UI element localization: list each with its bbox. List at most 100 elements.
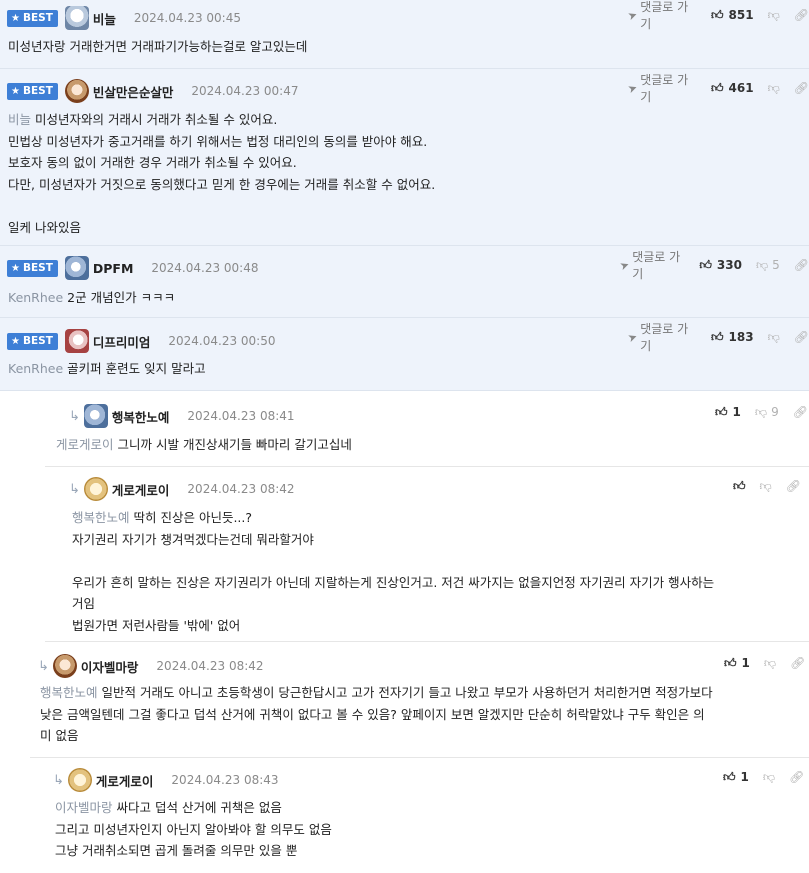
thumbs-down-icon: 👎︎	[754, 404, 768, 419]
comment-line: 거임	[72, 596, 96, 611]
thumbs-up-icon: 👍︎	[710, 329, 724, 344]
author-name[interactable]: 비늘	[93, 9, 116, 28]
like-button[interactable]: 👍︎ 851	[711, 8, 754, 23]
star-icon: ★	[11, 335, 20, 347]
comment-body: 이자벨마랑 싸다고 덥석 산거에 귀책은 없음 그리고 미성년자인지 아닌지 알…	[55, 797, 332, 862]
comment-header: ★ BEST 비늘 2024.04.23 00:45	[7, 4, 241, 32]
comment-body: KenRhee 골키퍼 훈련도 잊지 말라고	[8, 358, 206, 380]
dislike-button[interactable]: 👎︎	[768, 8, 780, 23]
comment-line: 미 없음	[40, 728, 79, 743]
thumbs-down-icon: 👎︎	[762, 769, 776, 784]
comment-line: 다만, 미성년자가 거짓으로 동의했다고 믿게 한 경우에는 거래를 취소할 수…	[8, 176, 436, 192]
comment-actions: 👍︎ 1 👎︎ 🔗︎	[723, 763, 804, 791]
link-icon[interactable]: 🔗︎	[789, 770, 804, 784]
comment-line: 이자벨마랑 싸다고 덥석 산거에 귀책은 없음	[55, 800, 282, 815]
best-comment: ★ BEST 비늘 2024.04.23 00:45 ➤ 댓글로 가기 👍︎ 851 …	[0, 0, 809, 69]
dislike-button[interactable]: 👎︎	[763, 770, 775, 785]
author-name[interactable]: 디프리미엄	[93, 332, 151, 351]
reply-comment: ↳ 행복한노예 2024.04.23 08:41 👍︎ 1 👎︎ 9 🔗︎ 게로게로…	[45, 393, 809, 467]
mention[interactable]: 행복한노예	[72, 510, 130, 525]
comment-header: ↳ 게로게로이 2024.04.23 08:43	[53, 766, 279, 794]
thumbs-up-icon: 👍︎	[723, 769, 736, 784]
link-icon[interactable]: 🔗︎	[793, 405, 808, 419]
avatar[interactable]	[83, 404, 108, 428]
goto-comment-link[interactable]: ➤ 댓글로 가기	[618, 248, 685, 282]
mention[interactable]: 비늘	[8, 112, 31, 127]
like-button[interactable]: 👍︎ 1	[723, 770, 749, 785]
avatar[interactable]	[83, 477, 108, 501]
link-icon[interactable]: 🔗︎	[786, 479, 801, 493]
mention[interactable]: KenRhee	[8, 361, 63, 376]
mention[interactable]: 이자벨마랑	[55, 800, 113, 815]
comment-header: ↳ 행복한노예 2024.04.23 08:41	[69, 402, 295, 430]
paper-plane-icon: ➤	[626, 7, 640, 23]
dislike-button[interactable]: 👎︎	[768, 330, 780, 345]
paper-plane-icon: ➤	[626, 329, 640, 345]
comment-line: 민법상 미성년자가 중고거래를 하기 위해서는 법정 대리인의 동의를 받아야 …	[8, 133, 428, 149]
thumbs-up-icon: 👍︎	[724, 655, 737, 670]
comment-line	[8, 195, 435, 217]
comment-body: 행복한노예 일반적 거래도 아니고 초등학생이 당근한답시고 고가 전자기기 들…	[40, 682, 713, 747]
link-icon[interactable]: 🔗︎	[794, 258, 809, 272]
paper-plane-icon: ➤	[626, 80, 640, 96]
comment-line: 게로게로이 그니까 시발 개진상새기들 빠마리 갈기고십네	[56, 437, 352, 452]
avatar[interactable]	[64, 79, 89, 103]
comment-header: ★ BEST DPFM 2024.04.23 00:48	[7, 254, 259, 282]
avatar[interactable]	[52, 654, 77, 678]
mention[interactable]: 행복한노예	[40, 685, 98, 700]
avatar[interactable]	[64, 329, 89, 353]
like-button[interactable]: 👍︎ 330	[699, 258, 742, 273]
link-icon[interactable]: 🔗︎	[790, 656, 805, 670]
thumbs-down-icon: 👎︎	[767, 7, 780, 22]
avatar[interactable]	[64, 256, 89, 280]
author-name[interactable]: 행복한노예	[112, 407, 170, 426]
comment-date: 2024.04.23 00:48	[151, 261, 259, 275]
dislike-button[interactable]: 👎︎ 5	[756, 258, 780, 273]
thumbs-up-icon: 👍︎	[733, 478, 746, 493]
link-icon[interactable]: 🔗︎	[794, 330, 809, 344]
comment-date: 2024.04.23 00:45	[133, 11, 241, 25]
link-icon[interactable]: 🔗︎	[794, 8, 809, 22]
best-badge: ★ BEST	[7, 82, 58, 100]
author-name[interactable]: DPFM	[93, 261, 134, 276]
mention[interactable]: KenRhee	[8, 290, 63, 305]
dislike-button[interactable]: 👎︎	[764, 656, 776, 671]
like-button[interactable]: 👍︎ 461	[711, 81, 754, 96]
comment-body: 비늘 미성년자와의 거래시 거래가 취소될 수 있어요. 민법상 미성년자가 중…	[8, 109, 435, 238]
like-button[interactable]: 👍︎ 1	[724, 656, 750, 671]
comment-actions: ➤ 댓글로 가기 👍︎ 183 👎︎ 🔗︎	[626, 320, 809, 354]
like-button[interactable]: 👍︎ 1	[715, 405, 741, 420]
dislike-button[interactable]: 👎︎	[768, 81, 780, 96]
avatar[interactable]	[67, 768, 92, 792]
author-name[interactable]: 게로게로이	[96, 771, 154, 790]
thumbs-down-icon: 👎︎	[767, 329, 780, 344]
reply-comment: ↳ 이자벨마랑 2024.04.23 08:42 👍︎ 1 👎︎ 🔗︎ 행복한노예…	[30, 645, 809, 758]
dislike-button[interactable]: 👎︎ 9	[755, 405, 779, 420]
reply-arrow-icon: ↳	[69, 408, 80, 424]
thumbs-up-icon: 👍︎	[710, 80, 724, 95]
like-button[interactable]: 👍︎	[733, 479, 746, 494]
comment-line: 법원가면 저런사람들 '밖에' 없어	[72, 617, 241, 633]
comment-date: 2024.04.23 08:43	[171, 773, 279, 787]
like-button[interactable]: 👍︎ 183	[711, 330, 754, 345]
author-name[interactable]: 빈살만은순살만	[93, 82, 174, 101]
mention[interactable]: 게로게로이	[56, 437, 114, 452]
comment-actions: ➤ 댓글로 가기 👍︎ 461 👎︎ 🔗︎	[626, 71, 809, 105]
reply-arrow-icon: ↳	[38, 658, 49, 674]
comment-header: ★ BEST 빈살만은순살만 2024.04.23 00:47	[7, 77, 299, 105]
best-comment: ★ BEST 빈살만은순살만 2024.04.23 00:47 ➤ 댓글로 가기 👍…	[0, 69, 809, 246]
best-badge: ★ BEST	[7, 9, 58, 27]
goto-comment-link[interactable]: ➤ 댓글로 가기	[626, 320, 697, 354]
best-comment: ★ BEST DPFM 2024.04.23 00:48 ➤ 댓글로 가기 👍︎ 33…	[0, 246, 809, 318]
dislike-button[interactable]: 👎︎	[760, 479, 772, 494]
author-name[interactable]: 게로게로이	[112, 480, 170, 499]
comment-actions: 👍︎ 1 👎︎ 🔗︎	[724, 649, 805, 677]
link-icon[interactable]: 🔗︎	[794, 81, 809, 95]
comment-line: 그냥 거래취소되면 곱게 돌려줄 의무만 있을 뿐	[55, 843, 298, 858]
goto-comment-link[interactable]: ➤ 댓글로 가기	[626, 71, 697, 105]
comment-date: 2024.04.23 08:41	[187, 409, 295, 423]
author-name[interactable]: 이자벨마랑	[81, 657, 139, 676]
goto-comment-link[interactable]: ➤ 댓글로 가기	[626, 0, 697, 32]
comment-header: ↳ 이자벨마랑 2024.04.23 08:42	[38, 652, 264, 680]
avatar[interactable]	[64, 6, 89, 30]
